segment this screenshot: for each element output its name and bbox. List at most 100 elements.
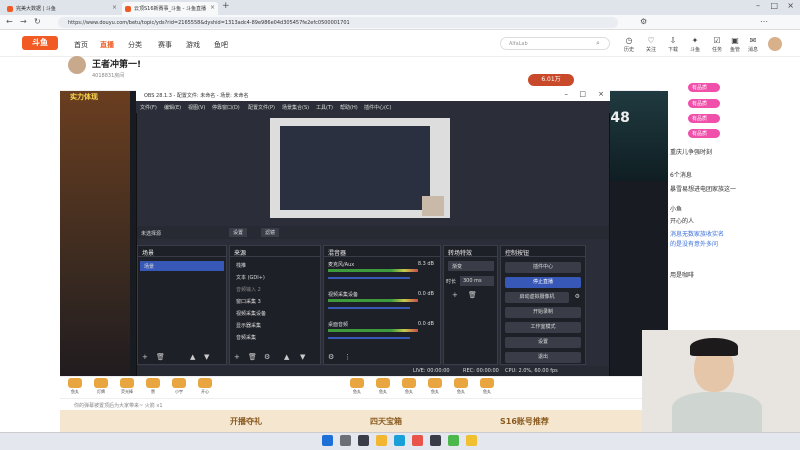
minimize-window-icon[interactable]: – [756,1,760,10]
obs-close-icon[interactable]: × [598,90,604,98]
gift-item[interactable]: 小宇 [168,378,190,395]
back-icon[interactable]: ← [6,17,13,26]
obs-preview[interactable] [270,118,450,218]
start-recording-button[interactable]: 开始录制 [505,307,581,318]
douyu-logo[interactable]: 斗鱼 [22,36,58,50]
mixer-settings-icon[interactable]: ⚙ [328,353,334,361]
studio-mode-button[interactable]: 工作室模式 [505,322,581,333]
virtual-camera-settings-icon[interactable]: ⚙ [575,293,580,300]
source-item[interactable]: 窗口采集 3 [232,296,318,306]
obs-menu-edit[interactable]: 编辑(E) [164,104,181,111]
plugin-center-button[interactable]: 插件中心 [505,262,581,273]
start-virtual-camera-button[interactable]: 启动虚拟摄像机 [505,292,569,303]
scene-item[interactable]: 场景 [140,261,224,271]
file-explorer-icon[interactable] [376,435,387,446]
close-tab-icon[interactable]: × [210,4,215,11]
close-window-icon[interactable]: × [787,1,794,10]
volume-slider[interactable] [328,307,410,309]
gift-item[interactable]: 开心 [194,378,216,395]
source-item[interactable]: 栈推 [232,260,318,270]
obs-menu-scene-collection[interactable]: 场景集合(S) [282,104,309,111]
move-up-icon[interactable]: ▲ [284,353,289,361]
source-item[interactable]: 显示器采集 [232,320,318,330]
reload-icon[interactable]: ↻ [34,17,41,26]
obs-menu-docks[interactable]: 停靠窗口(D) [212,104,240,111]
url-input[interactable]: https://www.douyu.com/betu/topic/yds?rid… [58,17,618,28]
obs-menu-tools[interactable]: 工具(T) [316,104,333,111]
move-down-icon[interactable]: ▼ [204,353,209,361]
add-scene-icon[interactable]: + [142,353,148,361]
close-tab-icon[interactable]: × [112,4,117,11]
obs-menu-profile[interactable]: 配置文件(P) [248,104,275,111]
stop-streaming-button[interactable]: 停止直播 [505,277,581,288]
browser-tab-active[interactable]: 云顶S16新赛事_斗鱼 - 斗鱼直播 × [122,2,218,15]
search-taskbar-icon[interactable] [340,435,351,446]
obs-menu-file[interactable]: 文件(F) [140,104,157,111]
browser-menu-icon[interactable]: ⋯ [760,17,768,26]
gift-item[interactable]: 鱼丸 [450,378,472,395]
remove-source-icon[interactable]: 🗑 [248,353,257,361]
nav-category[interactable]: 分类 [128,40,142,50]
gift-item[interactable]: 鱼丸 [372,378,394,395]
search-input[interactable]: AlfaLab [500,37,610,50]
nav-events[interactable]: 赛事 [158,40,172,50]
nav-yuba[interactable]: 鱼吧 [214,40,228,50]
obs-menu-plugins[interactable]: 插件中心(C) [364,104,391,111]
gift-item[interactable]: 鱼丸 [398,378,420,395]
mixer-menu-icon[interactable]: ⋮ [344,353,351,361]
move-up-icon[interactable]: ▲ [190,353,195,361]
exit-button[interactable]: 退出 [505,352,581,363]
header-gift[interactable]: ✦ 斗鱼 [684,36,706,53]
search-icon[interactable]: ⌕ [596,39,600,48]
extensions-icon[interactable]: ⚙ [640,17,647,26]
duration-input[interactable]: 300 ms [460,276,494,286]
source-item[interactable]: 音频输入 2 [232,284,318,294]
promo-item[interactable]: 四天宝箱 [370,416,402,427]
nav-games[interactable]: 游戏 [186,40,200,50]
obs-menu-help[interactable]: 帮助(H) [340,104,358,111]
header-message[interactable]: ✉ 消息 [742,36,764,53]
obs-minimize-icon[interactable]: – [565,90,569,98]
gift-item[interactable]: 鱼丸 [64,378,86,395]
gift-item[interactable]: 荧光棒 [116,378,138,395]
header-history[interactable]: ◷ 历史 [618,36,640,53]
gift-item[interactable]: 鱼丸 [476,378,498,395]
gift-item[interactable]: 赞 [142,378,164,395]
move-down-icon[interactable]: ▼ [300,353,305,361]
source-settings-icon[interactable]: ⚙ [264,353,270,361]
remove-scene-icon[interactable]: 🗑 [156,353,165,361]
header-follow[interactable]: ♡ 关注 [640,36,662,53]
gift-item[interactable]: 灯牌 [90,378,112,395]
settings-button[interactable]: 设置 [505,337,581,348]
source-item[interactable]: 视频采集设备 [232,308,318,318]
new-tab-button[interactable]: + [222,1,230,11]
app-icon[interactable] [466,435,477,446]
source-properties-button[interactable]: 设置 [229,228,248,237]
source-filters-button[interactable]: 滤镜 [261,228,280,237]
app-icon[interactable] [412,435,423,446]
add-source-icon[interactable]: + [234,353,240,361]
maximize-window-icon[interactable]: □ [770,1,778,10]
header-download[interactable]: ⇩ 下载 [662,36,684,53]
user-avatar-icon[interactable] [768,37,782,51]
task-view-icon[interactable] [358,435,369,446]
streamer-avatar[interactable] [68,56,86,74]
nav-live[interactable]: 直播 [100,40,114,50]
promo-item[interactable]: 开播夺礼 [230,416,262,427]
source-item[interactable]: 文本 (GDI+) [232,272,318,282]
transition-type-select[interactable]: 渐变 [448,261,494,271]
add-transition-icon[interactable]: + [452,291,458,299]
browser-tab[interactable]: 完美大数据 | 斗鱼 × [4,2,120,15]
obs-taskbar-icon[interactable] [430,435,441,446]
promo-item[interactable]: S16账号推荐 [500,416,549,427]
nav-home[interactable]: 首页 [74,40,88,50]
volume-slider[interactable] [328,277,410,279]
obs-maximize-icon[interactable]: □ [579,90,586,98]
volume-slider[interactable] [328,337,410,339]
danmu-input[interactable]: 你的弹幕被置顶后为大家带来~ 火箭 x1 [60,398,668,410]
coin-badge[interactable]: 6.01万 [528,74,574,86]
chrome-browser-icon[interactable] [448,435,459,446]
windows-start-icon[interactable] [322,435,333,446]
gift-item[interactable]: 鱼丸 [424,378,446,395]
forward-icon[interactable]: → [20,17,27,26]
